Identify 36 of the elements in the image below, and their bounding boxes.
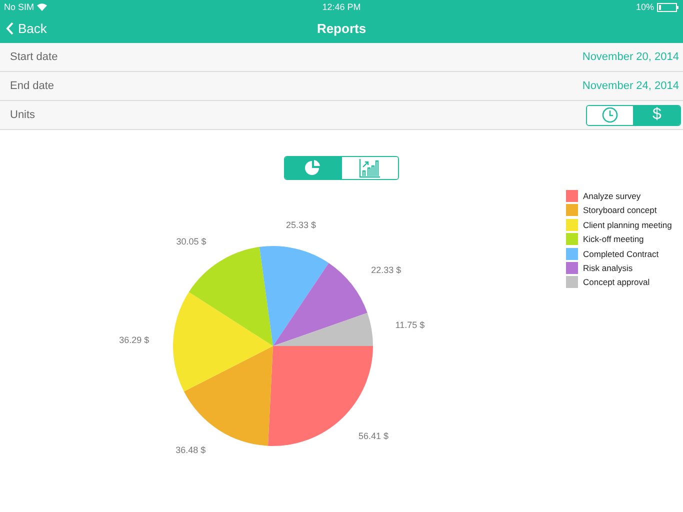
battery-icon: [657, 2, 679, 12]
legend-label: Risk analysis: [583, 262, 633, 273]
status-time: 12:46 PM: [322, 2, 361, 12]
clock-segment[interactable]: [587, 106, 633, 124]
back-button[interactable]: Back: [0, 21, 47, 36]
wifi-icon: [37, 3, 48, 11]
setting-label: Start date: [10, 51, 58, 63]
slice-value-label: 25.33 $: [286, 220, 316, 230]
clock-icon: [602, 107, 618, 123]
pie-chart-icon: [304, 159, 322, 177]
date-value[interactable]: November 24, 2014: [582, 80, 681, 92]
bars-segment[interactable]: [341, 157, 398, 179]
date-value[interactable]: November 20, 2014: [582, 51, 681, 63]
screen-title: Reports: [316, 21, 366, 36]
unit-segment[interactable]: $: [633, 106, 680, 124]
chevron-left-icon: [6, 22, 14, 35]
setting-label: End date: [10, 80, 54, 92]
units-toggle[interactable]: $: [586, 104, 681, 126]
carrier-label: No SIM: [4, 2, 34, 12]
battery-percent: 10%: [636, 2, 654, 12]
legend-label: Client planning meeting: [583, 220, 672, 230]
legend-label: Analyze survey: [583, 191, 641, 201]
slice-value-label: 36.29 $: [119, 334, 150, 345]
slice-value-label: 56.41 $: [358, 430, 388, 441]
slice-value-label: 30.05 $: [176, 236, 206, 246]
legend-label: Completed Contract: [583, 248, 659, 259]
bar-chart-icon: [359, 158, 381, 178]
pie-segment[interactable]: [285, 157, 341, 179]
slice-value-label: 11.75 $: [395, 320, 425, 330]
legend-label: Storyboard concept: [583, 205, 657, 216]
setting-label: Units: [10, 109, 36, 121]
slice-value-label: 36.48 $: [176, 445, 206, 456]
slice-value-label: 22.33 $: [371, 265, 402, 276]
legend-label: Kick-off meeting: [583, 234, 644, 244]
legend-label: Concept approval: [583, 277, 650, 288]
chart-type-toggle[interactable]: [284, 156, 399, 180]
